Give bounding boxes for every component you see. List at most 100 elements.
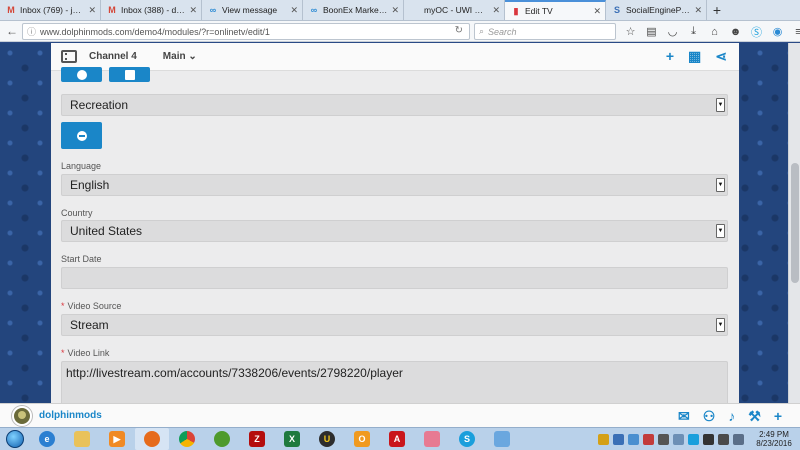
- gmail-icon: M: [7, 5, 15, 15]
- taskbar-ie[interactable]: e: [30, 428, 64, 450]
- close-icon[interactable]: ✕: [391, 5, 399, 16]
- video-source-value: Stream: [70, 318, 109, 332]
- start-button[interactable]: [0, 428, 30, 450]
- tab-view-message[interactable]: ∞ View message ✕: [202, 0, 303, 20]
- close-icon[interactable]: ✕: [593, 6, 601, 17]
- search-icon: ⌕: [479, 26, 485, 36]
- tray-flag-icon[interactable]: [613, 433, 624, 445]
- gmail-icon: M: [108, 5, 116, 15]
- tray-shield-icon[interactable]: [598, 433, 609, 445]
- clock[interactable]: 2:49 PM 8/23/2016: [748, 430, 800, 448]
- film-icon[interactable]: [61, 50, 77, 63]
- pocket-icon[interactable]: ◡: [662, 25, 683, 38]
- taskbar-ue[interactable]: U: [310, 428, 344, 450]
- username-link[interactable]: dolphinmods: [39, 410, 102, 421]
- reading-list-icon[interactable]: ▤: [641, 25, 662, 38]
- taskbar-eraser[interactable]: [415, 428, 449, 450]
- taskbar-skype[interactable]: S: [450, 428, 484, 450]
- url-bar[interactable]: ⓘ www.dolphinmods.com/demo4/modules/?r=o…: [22, 23, 470, 40]
- chrome-icon: [179, 431, 195, 447]
- remove-button-top[interactable]: [109, 67, 150, 82]
- tray-app-icon[interactable]: [688, 433, 699, 445]
- country-select[interactable]: United States ▼: [61, 220, 728, 242]
- tab-label: Inbox (769) - jer...: [20, 5, 86, 15]
- tray-sync-icon[interactable]: [643, 433, 654, 445]
- language-select[interactable]: English ▼: [61, 174, 728, 196]
- mail-icon[interactable]: ✉: [678, 407, 690, 425]
- remove-category-button[interactable]: [61, 122, 102, 149]
- close-icon[interactable]: ✕: [492, 5, 500, 16]
- close-icon[interactable]: ✕: [290, 5, 298, 16]
- taskbar-frog[interactable]: [205, 428, 239, 450]
- video-link-textarea[interactable]: http://livestream.com/accounts/7338206/e…: [61, 361, 728, 403]
- tab-edit-tv[interactable]: ▮ Edit TV ✕: [505, 0, 606, 20]
- scrollbar-thumb[interactable]: [791, 163, 799, 283]
- main-menu-label: Main: [162, 51, 186, 62]
- taskbar-acrobat[interactable]: A: [380, 428, 414, 450]
- app-header: Channel 4 Main ⌄ + ▦ ⋖: [51, 43, 739, 71]
- page-scrollbar[interactable]: [788, 43, 800, 403]
- media-player-icon: ▶: [109, 431, 125, 447]
- extension-icon[interactable]: ◉: [767, 25, 788, 38]
- taskbar-media[interactable]: ▶: [100, 428, 134, 450]
- tab-label: BoonEx Market - ...: [323, 5, 388, 15]
- channel-title[interactable]: Channel 4: [89, 51, 137, 62]
- category-select[interactable]: Recreation ▼: [61, 94, 728, 116]
- main-menu[interactable]: Main ⌄: [163, 51, 197, 62]
- required-mark: *: [61, 348, 65, 358]
- video-source-select[interactable]: Stream ▼: [61, 314, 728, 336]
- back-arrow-icon[interactable]: ←: [4, 23, 20, 39]
- reload-icon[interactable]: ↻: [455, 25, 463, 36]
- edit-tv-icon: ▮: [513, 5, 519, 16]
- add-icon[interactable]: +: [774, 407, 782, 425]
- taskbar-filezilla[interactable]: Z: [240, 428, 274, 450]
- tab-myoc[interactable]: myOC - UWI Open C... ✕: [404, 0, 505, 20]
- tray-volume-icon[interactable]: [733, 433, 744, 445]
- taskbar-paint[interactable]: [485, 428, 519, 450]
- add-icon[interactable]: +: [666, 48, 674, 64]
- bookmark-star-icon[interactable]: ☆: [620, 25, 641, 38]
- film-strip-icon[interactable]: ▦: [688, 48, 701, 64]
- taskbar-excel[interactable]: X: [275, 428, 309, 450]
- share-icon[interactable]: ⋖: [715, 48, 727, 64]
- tray-usb-icon[interactable]: [658, 433, 669, 445]
- folder-icon: [74, 431, 90, 447]
- tab-label: myOC - UWI Open C...: [424, 5, 489, 15]
- wrench-icon[interactable]: ⚒: [748, 407, 761, 425]
- tab-inbox-dol[interactable]: M Inbox (388) - dol... ✕: [101, 0, 202, 20]
- skype-icon: S: [459, 431, 475, 447]
- skype-icon[interactable]: Ⓢ: [746, 24, 767, 40]
- country-label: Country: [61, 208, 93, 218]
- home-icon[interactable]: ⌂: [704, 26, 725, 38]
- download-icon[interactable]: ⤓: [683, 25, 704, 38]
- chat-icon[interactable]: ☻: [725, 26, 746, 38]
- windows-taskbar: e ▶ Z X U O A S 2:49 PM 8/23/2016: [0, 427, 800, 450]
- bell-icon[interactable]: ♪: [728, 407, 735, 425]
- avatar[interactable]: [12, 405, 32, 426]
- close-icon[interactable]: ✕: [694, 5, 702, 16]
- add-category-button[interactable]: [61, 67, 102, 82]
- required-mark: *: [61, 301, 65, 311]
- tab-socialenginepro[interactable]: S SocialEnginePro ... ✕: [606, 0, 707, 20]
- tray-battery-icon[interactable]: [718, 433, 729, 445]
- taskbar-explorer[interactable]: [65, 428, 99, 450]
- taskbar-chrome[interactable]: [170, 428, 204, 450]
- link-icon: ∞: [209, 5, 217, 15]
- menu-icon[interactable]: ≡: [788, 26, 800, 38]
- start-date-input[interactable]: [61, 267, 728, 289]
- tab-boonex-market[interactable]: ∞ BoonEx Market - ... ✕: [303, 0, 404, 20]
- tray-wifi-icon[interactable]: [703, 433, 714, 445]
- new-tab-button[interactable]: +: [707, 0, 727, 20]
- taskbar-outlook[interactable]: O: [345, 428, 379, 450]
- close-icon[interactable]: ✕: [88, 5, 96, 16]
- search-input[interactable]: ⌕ Search: [474, 23, 616, 40]
- ie-icon: e: [39, 431, 55, 447]
- taskbar-firefox[interactable]: [135, 428, 169, 450]
- friends-icon[interactable]: ⚇: [703, 407, 716, 425]
- ultraedit-icon: U: [319, 431, 335, 447]
- info-icon[interactable]: ⓘ: [27, 25, 36, 38]
- tray-monitor-icon[interactable]: [673, 433, 684, 445]
- tray-network-icon[interactable]: [628, 433, 639, 445]
- tab-inbox-jer[interactable]: M Inbox (769) - jer... ✕: [0, 0, 101, 20]
- close-icon[interactable]: ✕: [189, 5, 197, 16]
